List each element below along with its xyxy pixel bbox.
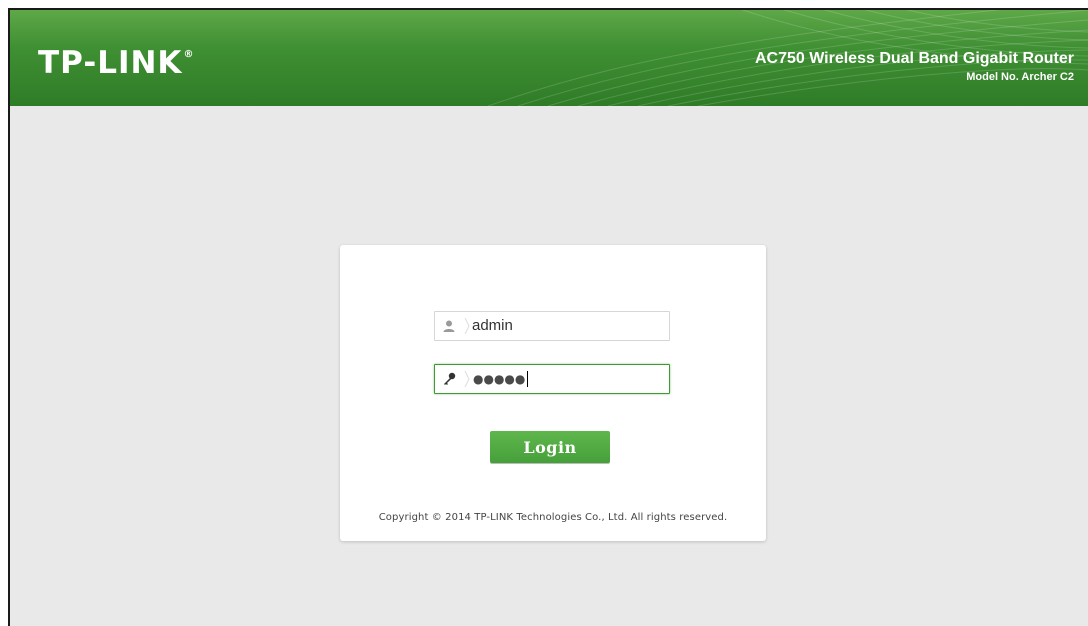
copyright-text: Copyright © 2014 TP-LINK Technologies Co…: [378, 512, 728, 523]
login-button[interactable]: Login: [490, 431, 610, 463]
username-value: admin: [472, 317, 513, 334]
password-mask: ●●●●●: [473, 372, 526, 386]
product-title: AC750 Wireless Dual Band Gigabit Router: [754, 50, 1074, 67]
field-separator-icon: [464, 318, 470, 334]
registered-mark: ®: [183, 49, 194, 60]
password-value: ●●●●●: [473, 365, 529, 393]
user-icon: [435, 312, 463, 340]
key-icon: [435, 365, 463, 393]
tp-link-logo: TP-LINK®: [38, 48, 193, 79]
password-field[interactable]: ●●●●●: [434, 364, 670, 394]
field-separator-icon: [464, 371, 470, 387]
logo-text: TP-LINK: [38, 45, 183, 81]
text-caret: [527, 370, 529, 387]
browser-viewport: TP-LINK® AC750 Wireless Dual Band Gigabi…: [8, 8, 1088, 626]
header-banner: TP-LINK® AC750 Wireless Dual Band Gigabi…: [10, 10, 1088, 106]
login-panel: admin ●●●●● Login Copyright © 2014 TP-LI…: [340, 245, 766, 541]
product-info: AC750 Wireless Dual Band Gigabit Router …: [755, 50, 1074, 85]
username-field[interactable]: admin: [434, 311, 670, 341]
model-number: Model No. Archer C2: [966, 71, 1074, 83]
